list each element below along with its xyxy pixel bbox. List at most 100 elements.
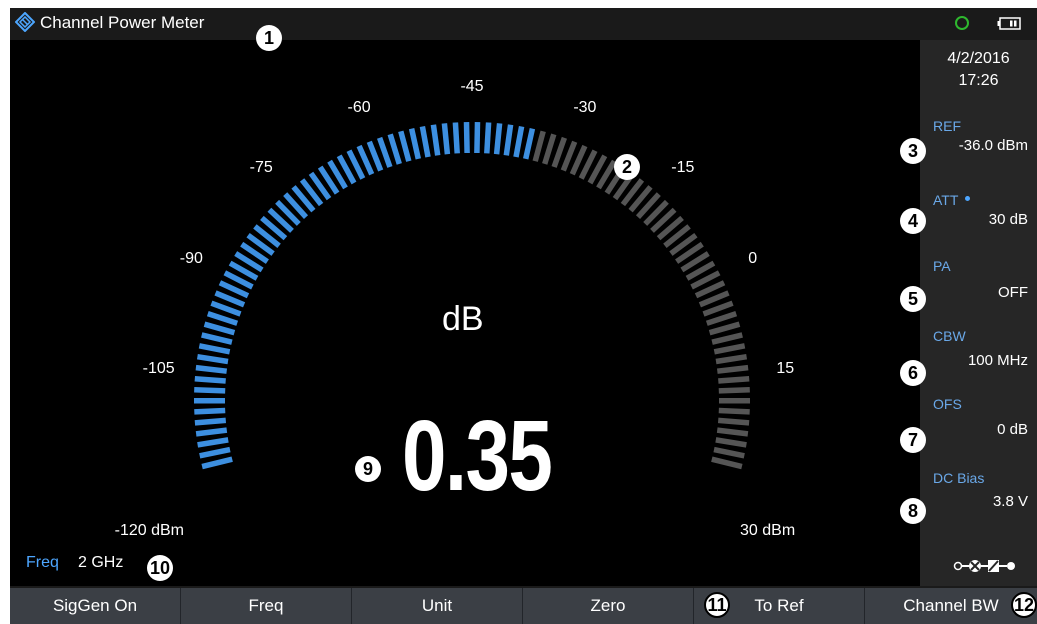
att-value[interactable]: 30 dB <box>989 211 1028 228</box>
gauge-scale-label: 0 <box>748 250 757 267</box>
gauge-tick <box>718 375 750 384</box>
unit-label: dB <box>442 300 484 338</box>
time: 17:26 <box>958 72 999 89</box>
ref-value[interactable]: -36.0 dBm <box>959 137 1028 154</box>
gauge-tick <box>474 122 481 154</box>
callout-marker: 11 <box>704 592 730 618</box>
gauge-tick <box>408 128 421 160</box>
att-label: ATT <box>933 192 959 208</box>
ofs-value[interactable]: 0 dB <box>997 421 1028 438</box>
gauge-tick <box>201 332 233 345</box>
gauge-tick <box>523 128 536 160</box>
title-bar: Channel Power Meter <box>10 8 1037 40</box>
gauge-tick <box>199 446 231 459</box>
gauge-tick <box>206 310 239 326</box>
gauge-tick <box>196 353 229 365</box>
battery-icon <box>997 17 1021 30</box>
rf-connector-icon <box>953 560 1015 572</box>
callout-marker: 1 <box>256 25 282 51</box>
gauge-tick <box>713 446 745 459</box>
pa-label: PA <box>933 258 951 274</box>
gauge-tick <box>194 407 226 415</box>
gauge-tick <box>210 300 242 317</box>
gauge-tick <box>718 407 750 415</box>
gauge-tick <box>441 123 451 155</box>
gauge-tick <box>715 353 748 365</box>
gauge-tick <box>717 417 750 426</box>
gauge-scale-label: -45 <box>460 78 483 95</box>
status-indicator-icon <box>955 16 969 30</box>
gauge-tick <box>532 130 546 162</box>
callout-marker: 4 <box>900 208 926 234</box>
gauge-scale-label: -30 <box>573 99 596 116</box>
date: 4/2/2016 <box>947 50 1010 67</box>
ofs-label: OFS <box>933 396 962 412</box>
softkey-unit[interactable]: Unit <box>352 588 523 624</box>
gauge-scale-label: -120 dBm <box>115 522 184 539</box>
softkey-zero[interactable]: Zero <box>523 588 694 624</box>
gauge-tick <box>430 124 441 156</box>
gauge-tick <box>194 417 227 426</box>
gauge-tick <box>194 375 226 384</box>
gauge-tick <box>708 321 741 336</box>
instrument-screen: Channel Power Meter -120 dBm -105 -90 -75 -6… <box>10 8 1037 624</box>
gauge-tick <box>716 364 749 374</box>
rohde-schwarz-logo-icon <box>15 12 35 32</box>
cbw-label: CBW <box>933 328 966 344</box>
gauge-tick <box>463 122 470 154</box>
gauge-tick <box>716 427 749 437</box>
gauge-tick <box>711 332 743 345</box>
freq-label: Freq <box>26 554 59 571</box>
dc-bias-label: DC Bias <box>933 470 985 486</box>
power-reading: 0.35 <box>402 400 553 512</box>
gauge-tick <box>484 122 492 154</box>
gauge-tick <box>718 386 750 394</box>
gauge-scale-label: -60 <box>348 99 371 116</box>
dc-bias-value[interactable]: 3.8 V <box>993 493 1028 510</box>
callout-marker: 6 <box>900 360 926 386</box>
gauge-scale-label: -105 <box>143 360 175 377</box>
gauge-tick <box>713 343 746 355</box>
gauge-scale-label: -15 <box>671 159 694 176</box>
softkey-freq[interactable]: Freq <box>181 588 352 624</box>
gauge-tick <box>513 126 525 158</box>
gauge-tick <box>419 126 431 158</box>
callout-marker: 9 <box>355 456 381 482</box>
gauge-tick <box>201 456 233 470</box>
att-auto-indicator-icon <box>965 196 970 201</box>
gauge-tick <box>711 456 743 470</box>
callout-marker: 10 <box>147 555 173 581</box>
gauge-tick <box>198 343 231 355</box>
ref-label: REF <box>933 118 961 134</box>
gauge-tick <box>551 136 567 168</box>
gauge-tick <box>452 122 460 154</box>
cbw-value[interactable]: 100 MHz <box>968 352 1028 369</box>
gauge-tick <box>194 386 226 394</box>
gauge-tick <box>387 133 402 165</box>
gauge-tick <box>715 437 747 448</box>
pa-value[interactable]: OFF <box>998 284 1028 301</box>
gauge-tick <box>203 321 236 336</box>
app-title: Channel Power Meter <box>40 13 205 32</box>
softkey-siggen-on[interactable]: SigGen On <box>10 588 181 624</box>
gauge-tick <box>493 123 503 155</box>
callout-marker: 2 <box>614 154 640 180</box>
gauge-scale-label: -90 <box>180 250 203 267</box>
gauge-tick <box>195 427 228 437</box>
callout-marker: 12 <box>1011 592 1037 618</box>
gauge-tick <box>542 133 557 165</box>
gauge-tick <box>377 136 393 168</box>
gauge-tick <box>195 364 228 374</box>
callout-marker: 3 <box>900 138 926 164</box>
gauge-tick <box>503 124 514 156</box>
freq-value: 2 GHz <box>78 554 124 571</box>
callout-marker: 7 <box>900 427 926 453</box>
settings-panel: 4/2/2016 17:26 REF -36.0 dBm ATT 30 dB P… <box>920 40 1037 586</box>
gauge-tick <box>398 130 412 162</box>
gauge-scale-label: -75 <box>250 159 273 176</box>
gauge-tick <box>702 300 734 317</box>
callout-marker: 5 <box>900 286 926 312</box>
callout-marker: 8 <box>900 498 926 524</box>
gauge-tick <box>197 437 229 448</box>
gauge-scale-label: 30 dBm <box>740 522 795 539</box>
